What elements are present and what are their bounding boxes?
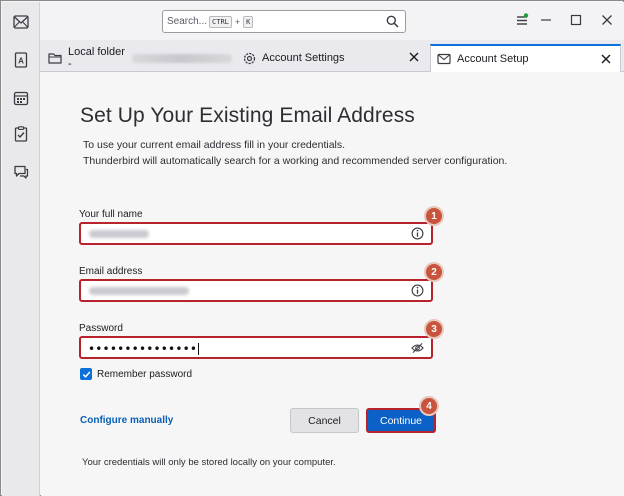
page-title: Set Up Your Existing Email Address [80, 104, 415, 127]
info-icon[interactable] [411, 227, 424, 240]
search-icon[interactable] [386, 15, 399, 31]
maximize-icon[interactable] [567, 11, 585, 29]
account-setup-panel: Set Up Your Existing Email Address To us… [41, 72, 624, 496]
email-label: Email address [79, 266, 143, 277]
tab-label: Account Settings [262, 52, 345, 64]
shortcut-key-ctrl: CTRL [209, 15, 232, 28]
description-line-1: To use your current email address fill i… [83, 139, 346, 151]
mail-setup-icon [437, 52, 451, 66]
mail-icon[interactable] [11, 12, 31, 32]
tab-label-redacted [132, 53, 232, 63]
tab-label: Local folder - [68, 46, 125, 70]
global-search-input[interactable]: Search... CTRL + K [162, 10, 406, 33]
folder-icon [48, 51, 62, 65]
checkmark-icon[interactable] [80, 368, 92, 380]
close-icon[interactable] [408, 51, 420, 63]
tasks-icon[interactable] [11, 124, 31, 144]
email-value-redacted [89, 287, 189, 295]
chat-icon[interactable] [11, 162, 31, 182]
gear-icon [242, 51, 256, 65]
password-field[interactable]: ••••••••••••••• [79, 336, 433, 359]
tab-local-folder[interactable]: Local folder - [48, 44, 232, 72]
fullname-value-redacted [89, 230, 149, 238]
configure-manually-link[interactable]: Configure manually [80, 415, 173, 426]
tab-label: Account Setup [457, 53, 529, 65]
remember-password-label: Remember password [97, 368, 193, 380]
step-badge-2: 2 [424, 262, 444, 282]
app-menu-icon[interactable] [513, 11, 531, 29]
app-window: A Search... CTRL + K Local folder - Acco… [0, 0, 624, 496]
close-icon[interactable] [600, 53, 612, 65]
address-book-icon[interactable]: A [11, 50, 31, 70]
tab-account-setup[interactable]: Account Setup [430, 44, 621, 72]
step-badge-3: 3 [424, 319, 444, 339]
text-caret [198, 343, 200, 355]
spaces-toolbar: A [2, 2, 40, 496]
shortcut-plus: + [234, 16, 241, 27]
search-placeholder: Search... [167, 16, 208, 27]
email-field[interactable] [79, 279, 433, 302]
password-label: Password [79, 323, 123, 334]
tab-account-settings[interactable]: Account Settings [242, 44, 428, 72]
cancel-button[interactable]: Cancel [290, 408, 359, 433]
credentials-note: Your credentials will only be stored loc… [82, 457, 336, 468]
show-password-icon[interactable] [411, 341, 424, 354]
info-icon[interactable] [411, 284, 424, 297]
calendar-icon[interactable] [11, 88, 31, 108]
password-value: ••••••••••••••• [88, 342, 200, 356]
description-line-2: Thunderbird will automatically search fo… [83, 155, 508, 167]
remember-password-checkbox[interactable]: Remember password [80, 368, 192, 380]
shortcut-key-k: K [243, 15, 254, 28]
window-close-icon[interactable] [598, 11, 616, 29]
tab-bar: Local folder - Account Settings Account … [40, 40, 624, 72]
svg-text:A: A [18, 57, 24, 66]
step-badge-4: 4 [419, 396, 439, 416]
unified-toolbar: Search... CTRL + K [40, 2, 624, 40]
step-badge-1: 1 [424, 206, 444, 226]
fullname-field[interactable] [79, 222, 433, 245]
fullname-label: Your full name [79, 209, 143, 220]
minimize-icon[interactable] [537, 11, 555, 29]
